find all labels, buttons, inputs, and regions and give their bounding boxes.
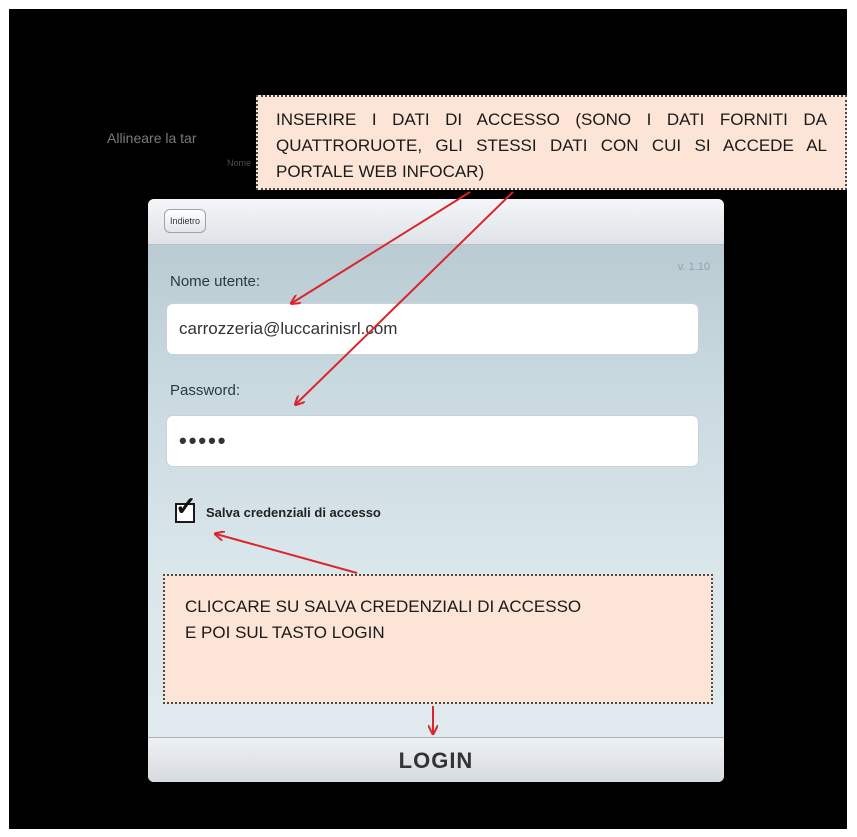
arrow-to-checkbox: [216, 534, 358, 574]
arrow-to-password: [296, 191, 514, 404]
arrow-to-username: [292, 191, 471, 303]
annotation-arrows: [0, 191, 514, 837]
